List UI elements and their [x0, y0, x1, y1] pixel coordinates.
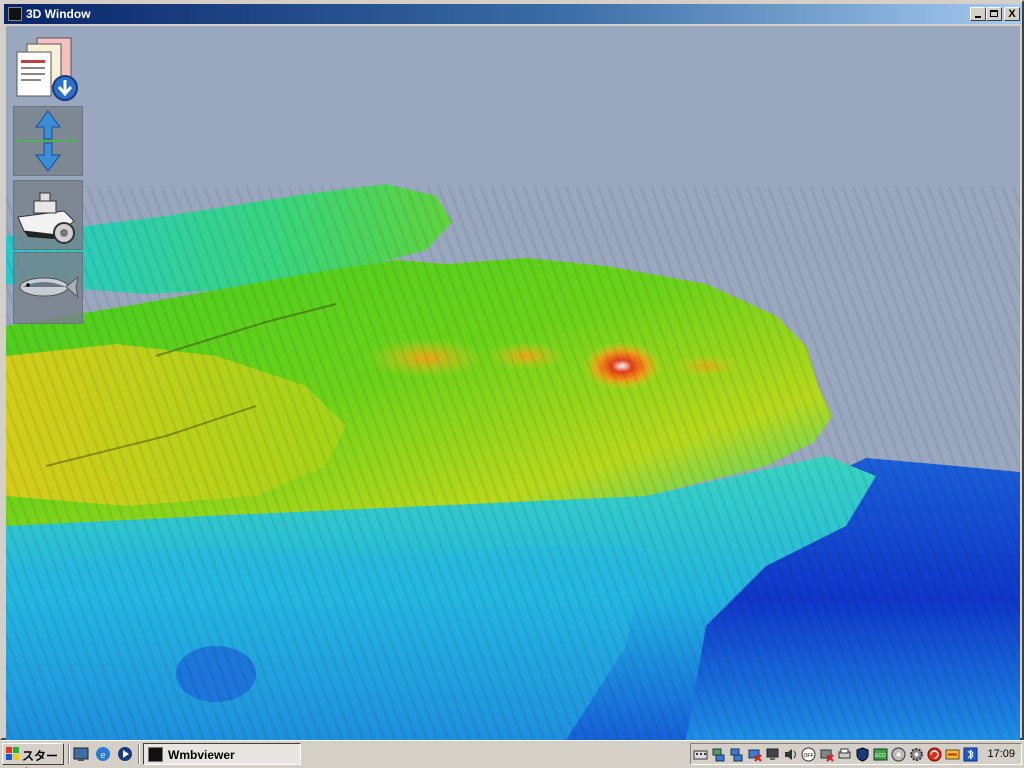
minimize-icon — [975, 16, 981, 18]
taskbar-separator — [138, 744, 140, 764]
media-player-icon[interactable] — [116, 745, 134, 763]
svg-text:ECO: ECO — [875, 753, 886, 759]
system-tray: OFF ECO 17:09 — [690, 743, 1022, 765]
striations — [6, 186, 1020, 740]
clock[interactable]: 17:09 — [987, 748, 1015, 760]
start-label: スタート — [22, 749, 59, 768]
network-icon[interactable] — [729, 747, 744, 762]
close-button[interactable]: X — [1004, 7, 1020, 21]
app-icon — [8, 7, 22, 21]
network-icon[interactable] — [711, 747, 726, 762]
taskbar-separator — [68, 744, 70, 764]
volume-icon[interactable] — [783, 747, 798, 762]
app-icon — [148, 747, 163, 762]
network-error-icon[interactable] — [819, 747, 834, 762]
window-title: 3D Window — [26, 7, 91, 21]
fish-icon — [19, 275, 79, 299]
bathymetry-terrain[interactable] — [6, 26, 1020, 740]
maximize-icon — [990, 10, 998, 17]
ship-settings-icon — [17, 192, 75, 244]
minimize-button[interactable] — [970, 7, 986, 21]
windows-flag-icon — [6, 747, 19, 760]
off-icon[interactable]: OFF — [801, 747, 816, 762]
title-bar[interactable]: 3D Window X — [4, 4, 1022, 24]
ship-settings-button[interactable] — [13, 180, 83, 250]
update-icon[interactable] — [927, 747, 942, 762]
fish-button[interactable] — [13, 252, 83, 324]
disc-icon[interactable] — [891, 747, 906, 762]
taskbar: スタート e Wmbviewer — [0, 740, 1024, 768]
maximize-button[interactable] — [986, 7, 1002, 21]
antivirus-icon[interactable] — [945, 747, 960, 762]
keyboard-icon[interactable] — [693, 747, 708, 762]
taskbar-item-label: Wmbviewer — [168, 748, 235, 762]
monitor-icon[interactable] — [765, 747, 780, 762]
desktop-icon[interactable] — [72, 745, 90, 763]
file-open-icon — [16, 37, 78, 101]
taskbar-item-wmbviewer[interactable]: Wmbviewer — [143, 743, 301, 765]
ie-icon[interactable]: e — [94, 745, 112, 763]
svg-text:e: e — [101, 749, 106, 761]
vertical-exaggeration-icon — [16, 110, 80, 172]
3d-viewport[interactable] — [6, 26, 1020, 740]
security-icon[interactable] — [855, 747, 870, 762]
close-icon: X — [1008, 8, 1016, 20]
eco-icon[interactable]: ECO — [873, 747, 888, 762]
gear-icon[interactable] — [909, 747, 924, 762]
bluetooth-icon[interactable] — [963, 747, 978, 762]
network-error-icon[interactable] — [747, 747, 762, 762]
start-button[interactable]: スタート — [2, 743, 64, 768]
desktop: 3D Window X スター e Wmbviewer OFF ECO 17:0… — [0, 0, 1024, 768]
svg-text:OFF: OFF — [804, 753, 814, 759]
vertical-scale-button[interactable] — [13, 106, 83, 176]
3d-window: 3D Window X — [0, 0, 1024, 740]
file-open-button[interactable] — [13, 34, 83, 104]
printer-icon[interactable] — [837, 747, 852, 762]
